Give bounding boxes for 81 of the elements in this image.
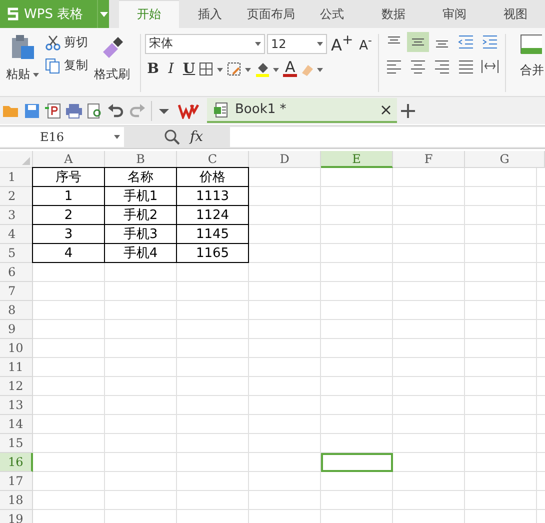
- table-cell: 手机4: [104, 243, 177, 263]
- row-header[interactable]: 17: [0, 472, 33, 491]
- column-header[interactable]: F: [393, 151, 465, 168]
- table-cell: 1165: [176, 243, 249, 263]
- row-header[interactable]: 19: [0, 510, 33, 523]
- function-button[interactable]: fx: [190, 129, 220, 145]
- ribbon-tab[interactable]: 视图: [486, 0, 545, 28]
- undo-icon[interactable]: [107, 102, 125, 118]
- cell-style-icon[interactable]: [227, 60, 253, 77]
- print-icon[interactable]: [65, 102, 83, 118]
- merge-button[interactable]: 合并: [510, 30, 544, 96]
- row-header[interactable]: 16: [0, 453, 33, 472]
- caret-icon[interactable]: [33, 72, 39, 76]
- column-header[interactable]: B: [105, 151, 177, 168]
- table-cell: 4: [32, 243, 105, 263]
- row-header[interactable]: 3: [0, 206, 33, 225]
- ribbon-tab[interactable]: 插入: [180, 0, 240, 28]
- caret-icon: [317, 42, 323, 46]
- add-icon[interactable]: [400, 102, 416, 118]
- font-color-button[interactable]: A: [283, 60, 298, 78]
- row-header[interactable]: 5: [0, 244, 33, 263]
- cut-button[interactable]: 剪切: [45, 34, 88, 51]
- column-header[interactable]: A: [33, 151, 105, 168]
- copy-icon: [45, 58, 61, 74]
- scissors-icon: [45, 34, 61, 50]
- ribbon-tab[interactable]: 页面布局: [242, 0, 301, 28]
- column-header[interactable]: D: [249, 151, 321, 168]
- save-icon[interactable]: [23, 102, 41, 118]
- row-header[interactable]: 4: [0, 225, 33, 244]
- wps-logo-icon[interactable]: [178, 102, 200, 118]
- shrink-font-button[interactable]: A$^{-}$: [357, 34, 374, 54]
- ribbon-tab[interactable]: 公式: [302, 0, 362, 28]
- row-header[interactable]: 1: [0, 168, 33, 187]
- row-header[interactable]: 12: [0, 377, 33, 396]
- bold-button[interactable]: B: [145, 60, 161, 77]
- row-header[interactable]: 15: [0, 434, 33, 453]
- caret-icon[interactable]: [96, 0, 110, 28]
- spreadsheet-icon: [213, 102, 229, 118]
- table-cell: 序号: [32, 167, 105, 187]
- column-header[interactable]: E: [321, 151, 393, 168]
- grow-font-button[interactable]: A$^{+}$: [329, 33, 356, 54]
- row-header[interactable]: 9: [0, 320, 33, 339]
- row-header[interactable]: 10: [0, 339, 33, 358]
- table-cell: 价格: [176, 167, 249, 187]
- font-size-dropdown[interactable]: 12: [267, 34, 327, 54]
- ribbon-tab[interactable]: 审阅: [424, 0, 484, 28]
- paste-button[interactable]: 粘贴: [4, 30, 41, 96]
- triangle-icon: [22, 157, 30, 165]
- close-icon[interactable]: [381, 104, 391, 114]
- merge-cells-icon: [520, 34, 542, 56]
- row-header[interactable]: 14: [0, 415, 33, 434]
- borders-icon[interactable]: [199, 60, 225, 77]
- italic-button[interactable]: I: [163, 60, 179, 77]
- underline-button[interactable]: U: [181, 60, 197, 77]
- fill-color-icon[interactable]: [255, 60, 281, 77]
- row-header[interactable]: 8: [0, 301, 33, 320]
- copy-button[interactable]: 复制: [45, 57, 88, 74]
- ribbon-tab[interactable]: 开始: [119, 0, 179, 28]
- export-pdf-icon[interactable]: [44, 102, 62, 118]
- row-header[interactable]: 7: [0, 282, 33, 301]
- name-box[interactable]: E16: [0, 127, 124, 147]
- format-painter-button[interactable]: 格式刷: [92, 30, 132, 96]
- row-header[interactable]: 18: [0, 491, 33, 510]
- row-header[interactable]: 6: [0, 263, 33, 282]
- row-header[interactable]: 13: [0, 396, 33, 415]
- row-header[interactable]: 2: [0, 187, 33, 206]
- logo-icon: [6, 7, 20, 21]
- font-name-dropdown[interactable]: 宋体: [145, 34, 265, 54]
- column-header[interactable]: C: [177, 151, 249, 168]
- app-menu-label: WPS 表格: [24, 6, 84, 23]
- clipboard-icon: [10, 34, 36, 60]
- caret-icon: [255, 42, 261, 46]
- column-header[interactable]: G: [465, 151, 545, 168]
- selected-cell[interactable]: [321, 453, 393, 472]
- document-tab[interactable]: Book1 *: [207, 98, 397, 123]
- ribbon-tab[interactable]: 数据: [364, 0, 423, 28]
- align-button[interactable]: [406, 32, 429, 52]
- row-header[interactable]: 11: [0, 358, 33, 377]
- formula-input[interactable]: [230, 127, 545, 147]
- caret-icon: [114, 135, 120, 139]
- zoom-icon[interactable]: [164, 129, 180, 145]
